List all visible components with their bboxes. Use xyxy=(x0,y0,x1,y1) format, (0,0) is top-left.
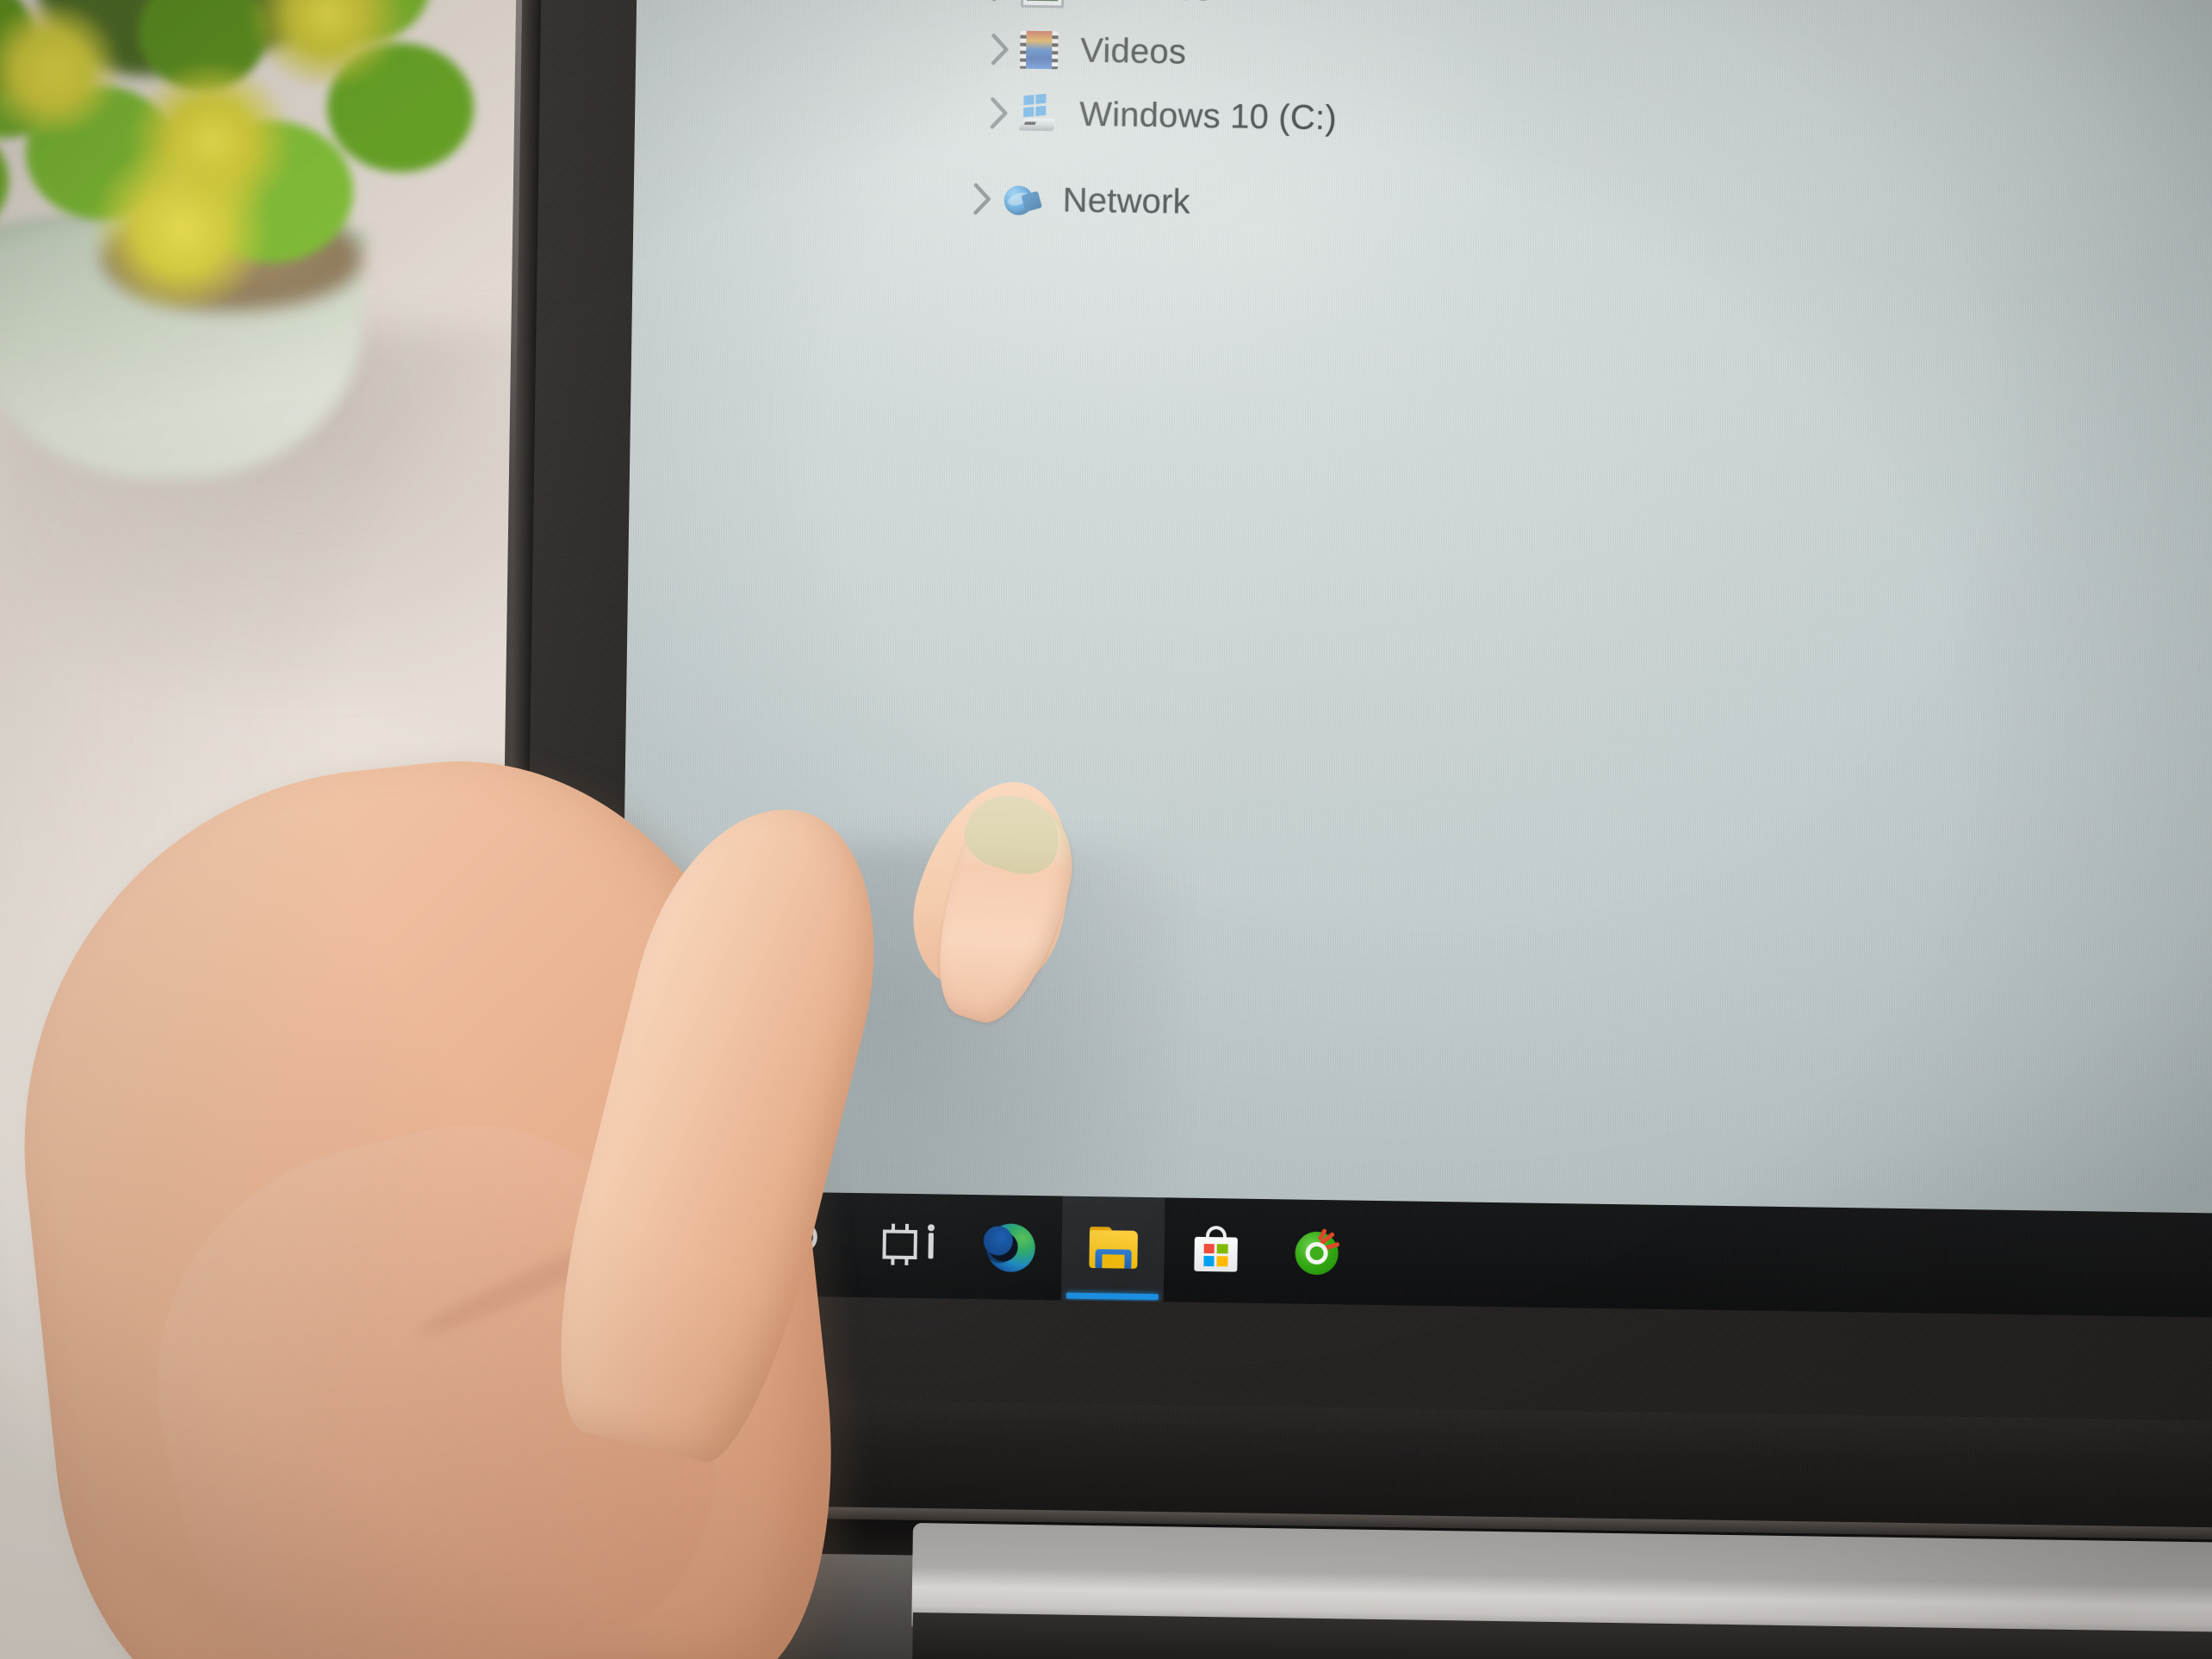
taskbar-button-disc-burner[interactable] xyxy=(1266,1199,1370,1305)
store-icon[interactable] xyxy=(1188,1222,1244,1278)
taskbar-button-search[interactable] xyxy=(754,1191,858,1297)
taskbar-button-file-explorer[interactable] xyxy=(1060,1196,1165,1302)
disc-icon[interactable] xyxy=(1290,1224,1346,1280)
laptop-screen: Pictures Videos xyxy=(617,0,2212,1320)
active-app-indicator xyxy=(1066,1292,1159,1301)
laptop-lid: Pictures Videos xyxy=(494,0,2212,1507)
edge-icon[interactable] xyxy=(983,1220,1039,1276)
taskbar-button-task-view[interactable] xyxy=(856,1193,960,1299)
screen-vignette xyxy=(617,0,2212,1320)
taskbar-button-store[interactable] xyxy=(1164,1197,1268,1303)
screenshot-scene: Pictures Videos xyxy=(0,0,2212,1659)
taskbar-button-group xyxy=(754,1191,1370,1305)
folder-icon[interactable] xyxy=(1085,1221,1141,1277)
search-icon[interactable] xyxy=(778,1216,834,1272)
laptop-base-left xyxy=(592,1550,956,1659)
taskbar-button-edge[interactable] xyxy=(959,1195,1063,1301)
plant-foliage xyxy=(0,0,508,353)
task-view-icon[interactable] xyxy=(880,1218,936,1274)
